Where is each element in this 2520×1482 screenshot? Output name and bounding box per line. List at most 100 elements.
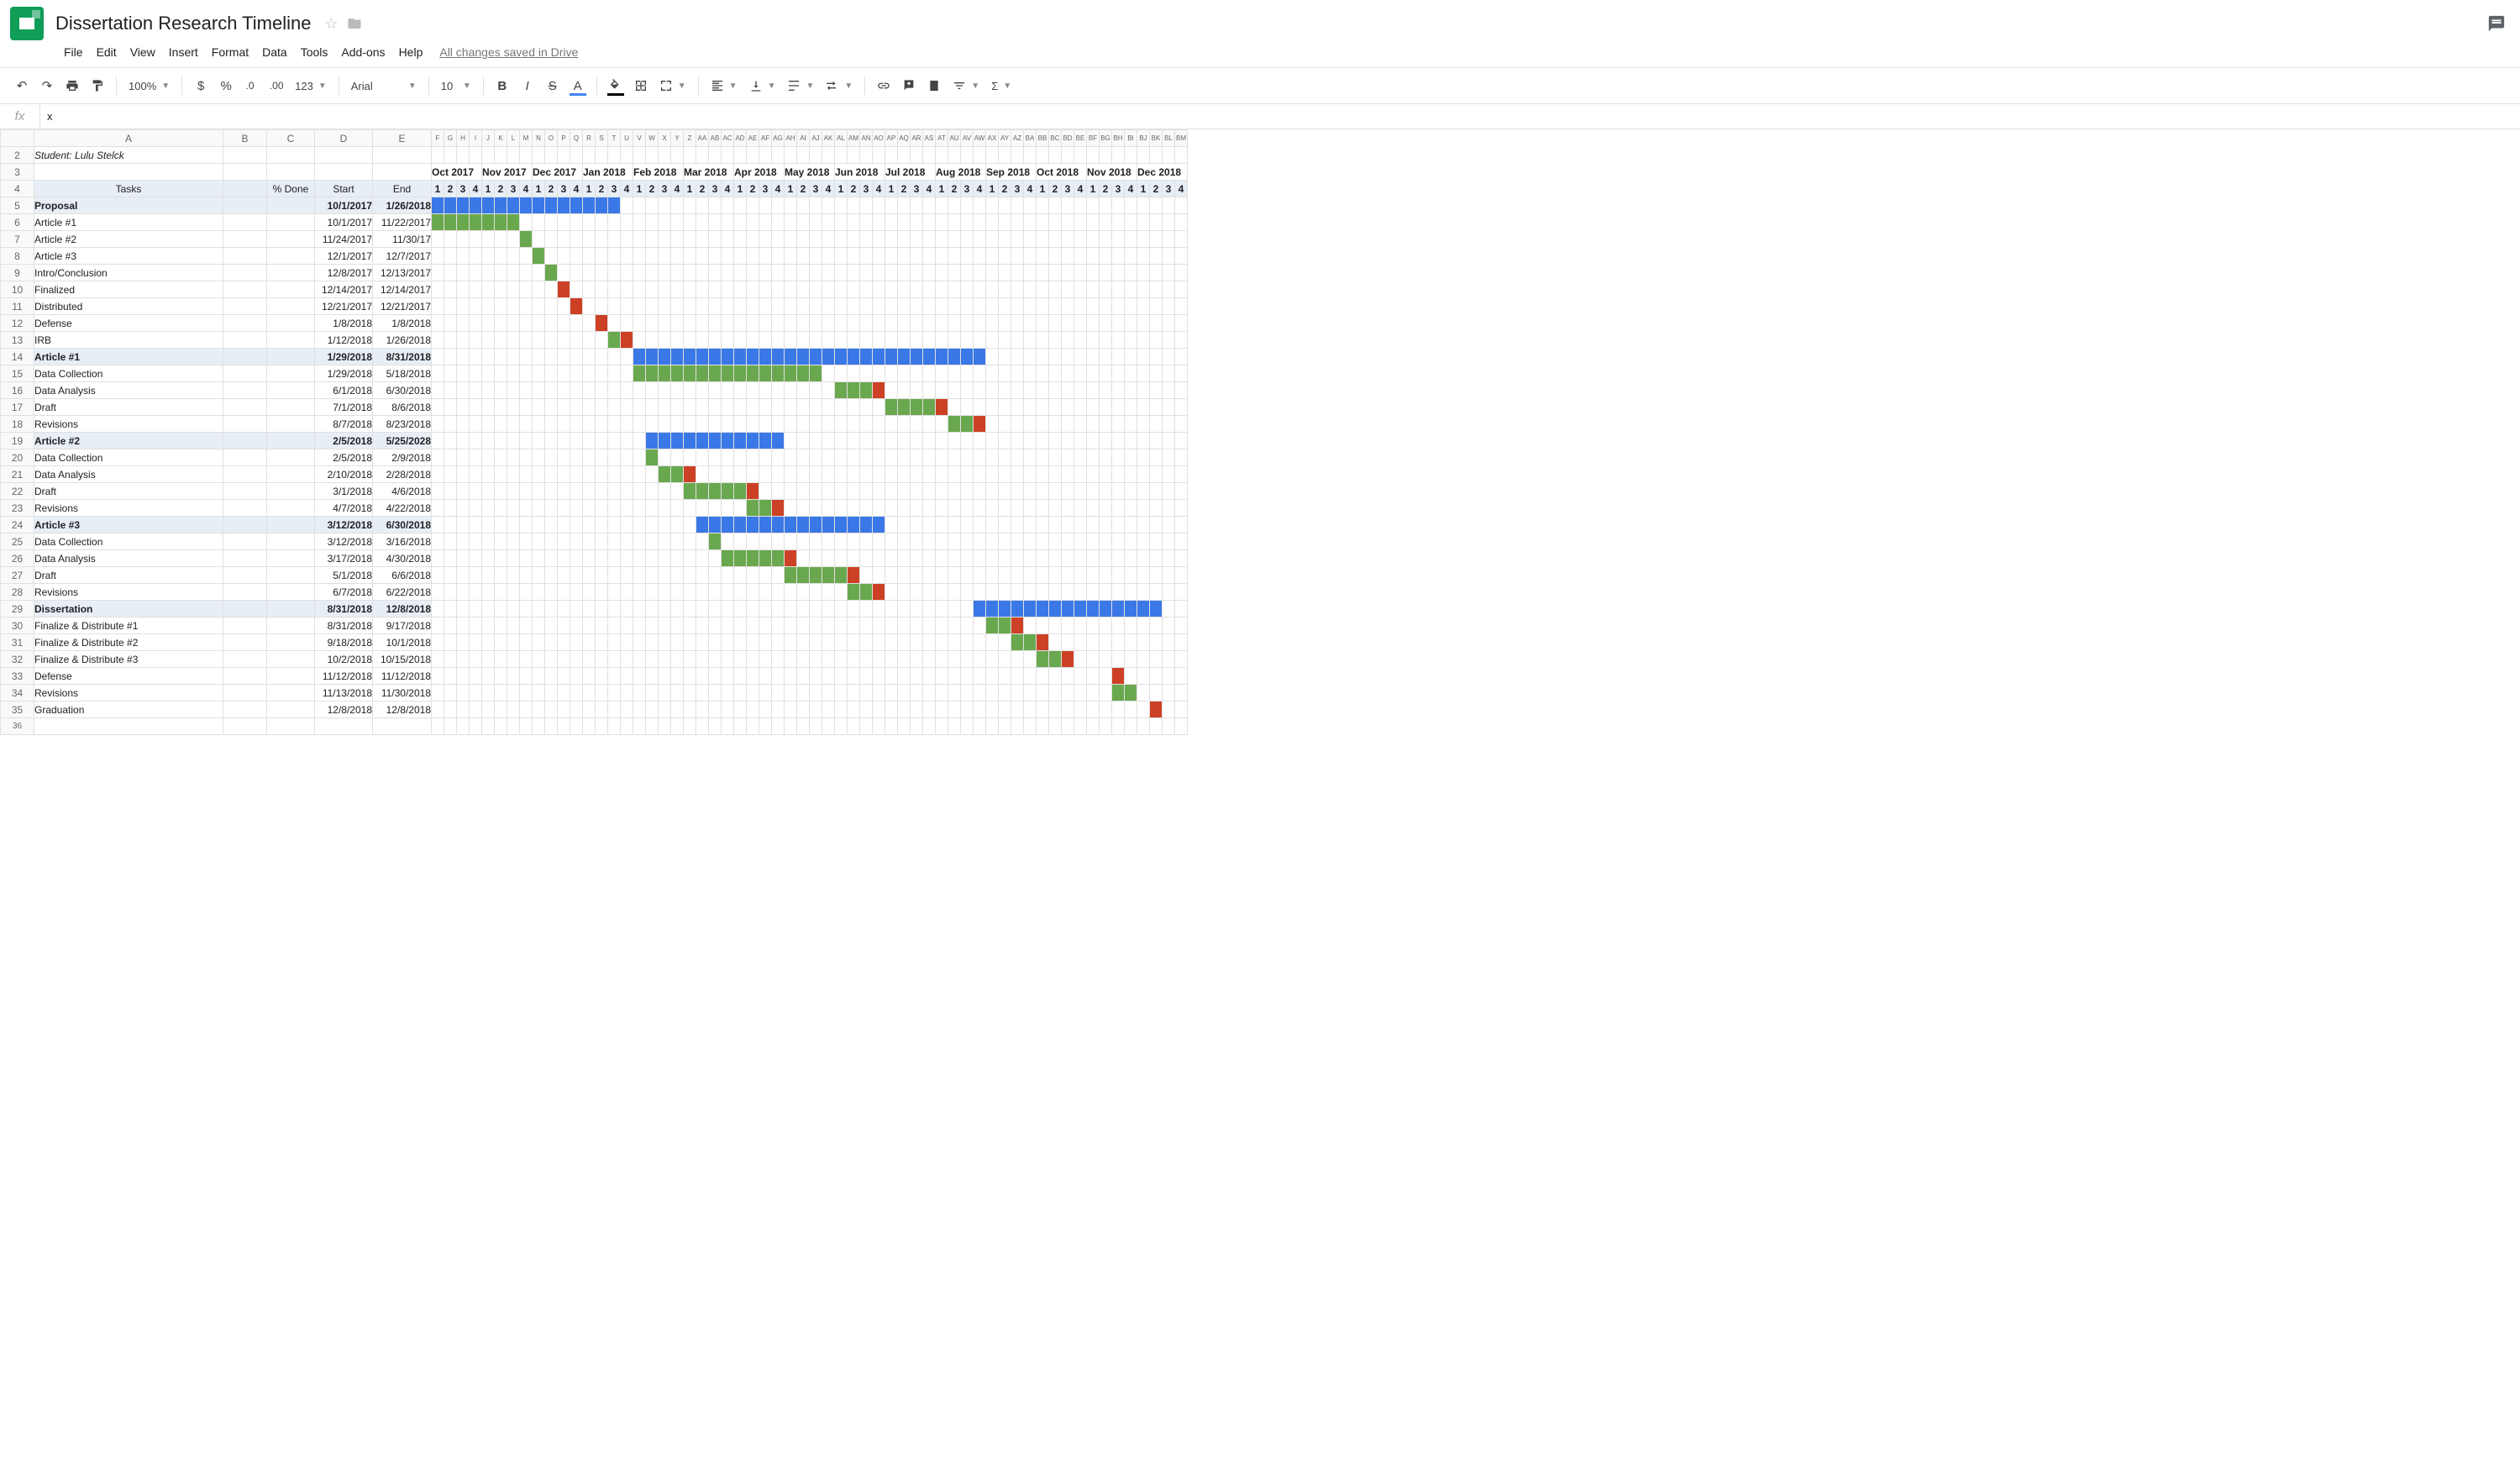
gantt-cell[interactable] <box>722 584 734 601</box>
gantt-cell[interactable] <box>570 197 583 214</box>
month-header[interactable]: Mar 2018 <box>684 164 734 181</box>
gantt-cell[interactable] <box>1074 298 1087 315</box>
gantt-cell[interactable] <box>709 382 722 399</box>
gantt-cell[interactable] <box>1049 634 1062 651</box>
gantt-cell[interactable] <box>1074 702 1087 718</box>
gantt-cell[interactable] <box>457 231 470 248</box>
gantt-cell[interactable] <box>747 315 759 332</box>
gantt-cell[interactable] <box>520 281 533 298</box>
gantt-cell[interactable] <box>520 601 533 618</box>
gantt-cell[interactable] <box>457 382 470 399</box>
gantt-cell[interactable] <box>545 281 558 298</box>
gantt-cell[interactable] <box>936 265 948 281</box>
gantt-cell[interactable] <box>596 298 608 315</box>
gantt-cell[interactable] <box>785 332 797 349</box>
gantt-cell[interactable] <box>633 702 646 718</box>
gantt-cell[interactable] <box>457 399 470 416</box>
gantt-cell[interactable] <box>974 231 986 248</box>
gantt-cell[interactable] <box>696 382 709 399</box>
week-num[interactable]: 4 <box>923 181 936 197</box>
gantt-cell[interactable] <box>860 668 873 685</box>
gantt-cell[interactable] <box>621 685 633 702</box>
gantt-cell[interactable] <box>533 332 545 349</box>
gantt-cell[interactable] <box>1024 231 1037 248</box>
gantt-cell[interactable] <box>797 416 810 433</box>
gantt-cell[interactable] <box>1037 500 1049 517</box>
col-header-AA[interactable]: AA <box>696 130 709 147</box>
gantt-cell[interactable] <box>772 433 785 449</box>
gantt-cell[interactable] <box>659 702 671 718</box>
gantt-cell[interactable] <box>495 668 507 685</box>
gantt-cell[interactable] <box>923 449 936 466</box>
gantt-cell[interactable] <box>1100 365 1112 382</box>
gantt-cell[interactable] <box>772 550 785 567</box>
gantt-cell[interactable] <box>885 416 898 433</box>
col-header-AL[interactable]: AL <box>835 130 848 147</box>
gantt-cell[interactable] <box>533 634 545 651</box>
start-date-cell[interactable]: 8/31/2018 <box>315 618 373 634</box>
gantt-cell[interactable] <box>482 584 495 601</box>
gantt-cell[interactable] <box>999 466 1011 483</box>
gantt-cell[interactable] <box>948 466 961 483</box>
menu-add-ons[interactable]: Add-ons <box>334 42 391 62</box>
gantt-cell[interactable] <box>873 601 885 618</box>
gantt-cell[interactable] <box>608 315 621 332</box>
gantt-cell[interactable] <box>520 449 533 466</box>
gantt-cell[interactable] <box>1175 634 1188 651</box>
gantt-cell[interactable] <box>860 533 873 550</box>
gantt-cell[interactable] <box>772 634 785 651</box>
row-header-21[interactable]: 21 <box>1 466 34 483</box>
text-rotation-button[interactable]: ▼ <box>821 74 858 97</box>
gantt-cell[interactable] <box>621 197 633 214</box>
gantt-cell[interactable] <box>444 433 457 449</box>
gantt-cell[interactable] <box>1037 214 1049 231</box>
gantt-cell[interactable] <box>734 315 747 332</box>
gantt-cell[interactable] <box>848 281 860 298</box>
gantt-cell[interactable] <box>734 466 747 483</box>
gantt-cell[interactable] <box>822 651 835 668</box>
gantt-cell[interactable] <box>986 449 999 466</box>
gantt-cell[interactable] <box>772 567 785 584</box>
gantt-cell[interactable] <box>570 702 583 718</box>
gantt-cell[interactable] <box>785 382 797 399</box>
gantt-cell[interactable] <box>759 668 772 685</box>
gantt-cell[interactable] <box>444 533 457 550</box>
gantt-cell[interactable] <box>885 365 898 382</box>
gantt-cell[interactable] <box>583 416 596 433</box>
gantt-cell[interactable] <box>860 281 873 298</box>
insert-chart-button[interactable] <box>922 74 946 97</box>
gantt-cell[interactable] <box>545 433 558 449</box>
gantt-cell[interactable] <box>1074 365 1087 382</box>
gantt-cell[interactable] <box>696 231 709 248</box>
gantt-cell[interactable] <box>734 416 747 433</box>
gantt-cell[interactable] <box>810 298 822 315</box>
gantt-cell[interactable] <box>734 685 747 702</box>
gantt-cell[interactable] <box>961 231 974 248</box>
gantt-cell[interactable] <box>696 315 709 332</box>
gantt-cell[interactable] <box>633 197 646 214</box>
gantt-cell[interactable] <box>709 449 722 466</box>
gantt-cell[interactable] <box>1037 601 1049 618</box>
gantt-cell[interactable] <box>709 214 722 231</box>
gantt-cell[interactable] <box>1100 214 1112 231</box>
gantt-cell[interactable] <box>596 332 608 349</box>
gantt-cell[interactable] <box>986 315 999 332</box>
gantt-cell[interactable] <box>1100 500 1112 517</box>
row-header-29[interactable]: 29 <box>1 601 34 618</box>
gantt-cell[interactable] <box>671 517 684 533</box>
gantt-cell[interactable] <box>1137 685 1150 702</box>
start-date-cell[interactable]: 1/29/2018 <box>315 349 373 365</box>
gantt-cell[interactable] <box>608 517 621 533</box>
col-header-AC[interactable]: AC <box>722 130 734 147</box>
gantt-cell[interactable] <box>785 550 797 567</box>
gantt-cell[interactable] <box>1011 382 1024 399</box>
gantt-cell[interactable] <box>482 449 495 466</box>
gantt-cell[interactable] <box>470 601 482 618</box>
gantt-cell[interactable] <box>633 281 646 298</box>
gantt-cell[interactable] <box>1011 449 1024 466</box>
gantt-cell[interactable] <box>961 449 974 466</box>
gantt-cell[interactable] <box>583 567 596 584</box>
menu-insert[interactable]: Insert <box>162 42 205 62</box>
gantt-cell[interactable] <box>1125 533 1137 550</box>
currency-button[interactable]: $ <box>189 74 213 97</box>
